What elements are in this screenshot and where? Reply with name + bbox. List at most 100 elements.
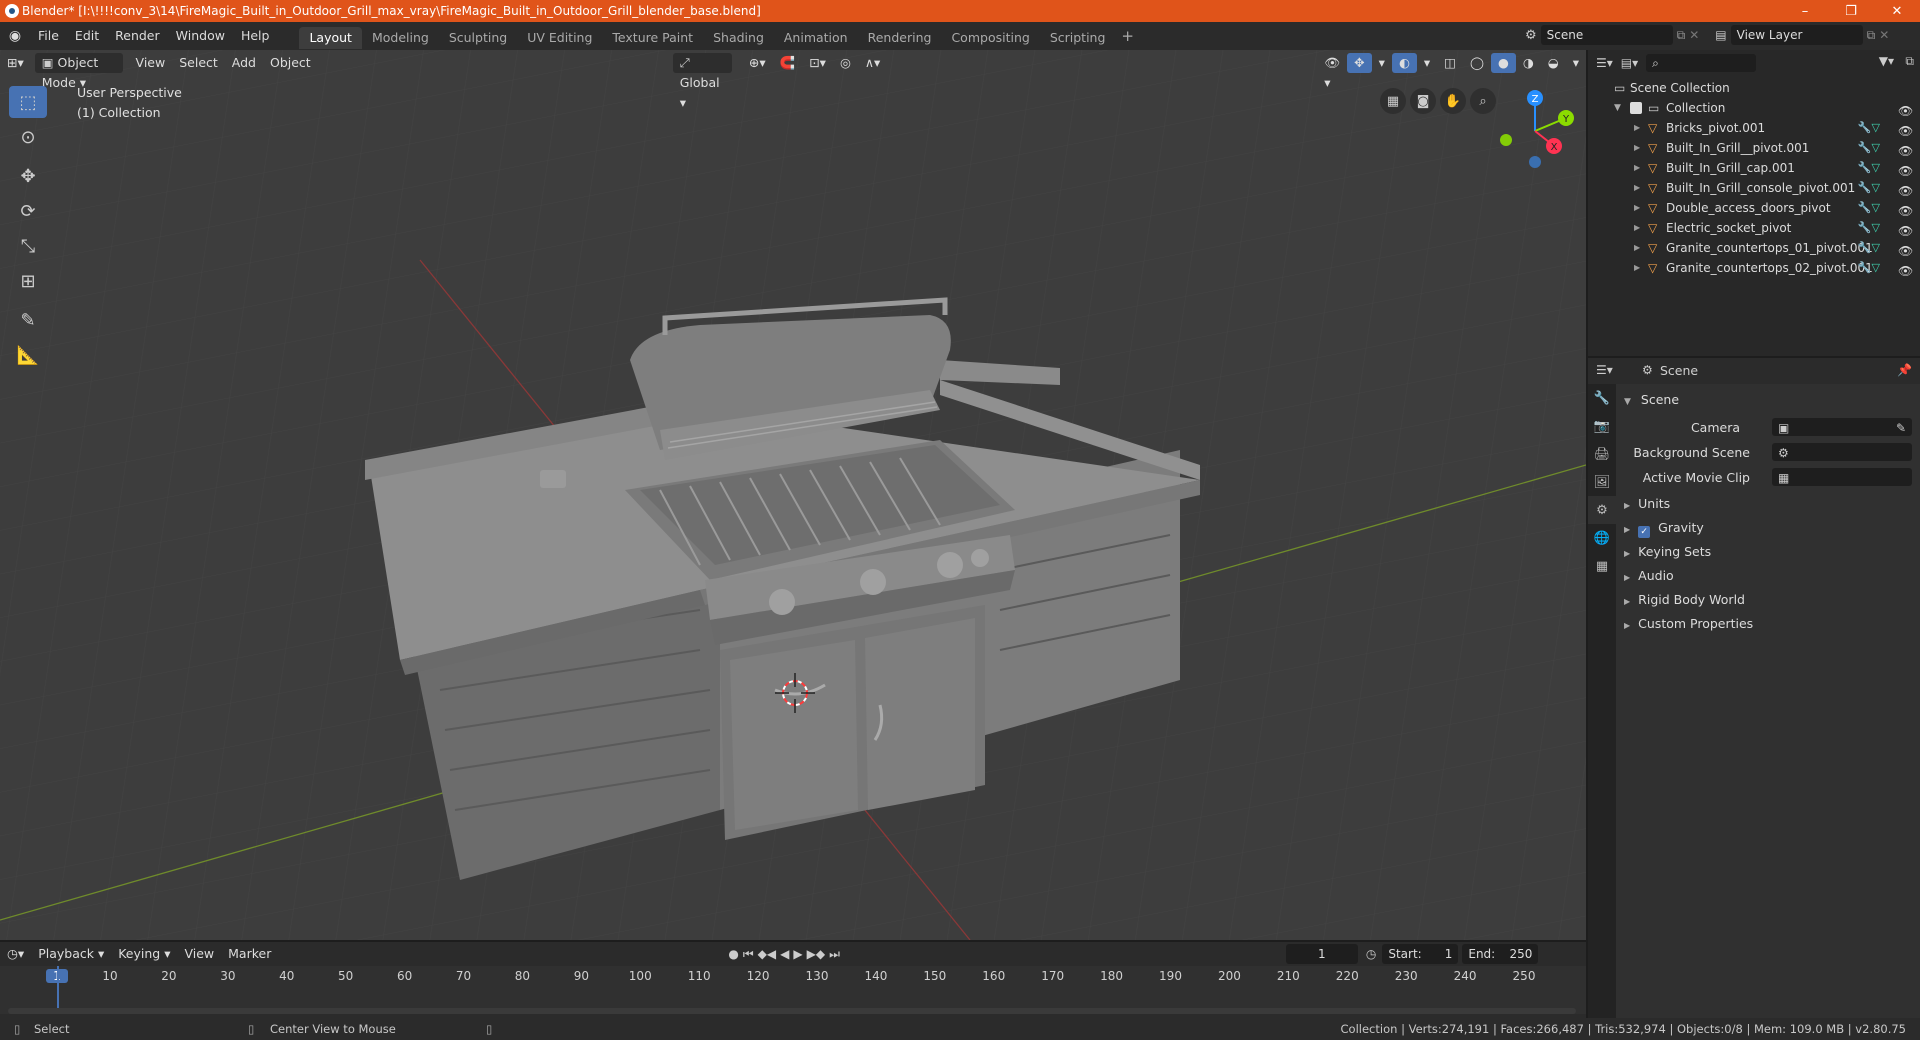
expand-arrow-icon[interactable]: ▶	[1634, 198, 1640, 218]
visibility-icon[interactable]: 👁▾	[1317, 53, 1347, 90]
modifier-wrench-icon[interactable]: 🔧▽	[1858, 178, 1880, 198]
view-layer-selector[interactable]: View Layer	[1730, 25, 1863, 45]
snap-target-icon[interactable]: ⊡▾	[802, 53, 833, 73]
current-frame-field[interactable]: 1	[1285, 944, 1358, 964]
timeline-editor-type-icon[interactable]: ◷▾	[0, 944, 31, 964]
start-frame-field[interactable]: Start: 1	[1382, 944, 1459, 964]
output-properties-tab-icon[interactable]: 🖨	[1588, 440, 1616, 468]
properties-panel-header[interactable]: ▶ Custom Properties	[1624, 616, 1753, 631]
outliner-editor-type-icon[interactable]: ☰▾	[1596, 56, 1613, 70]
menu-file[interactable]: File	[30, 22, 67, 50]
properties-editor-type-icon[interactable]: ☰▾	[1596, 363, 1613, 377]
snap-icon[interactable]: 🧲	[773, 53, 803, 73]
outliner-collection[interactable]: ▼ ▭ Collection 👁	[1588, 98, 1920, 118]
rotate-tool-icon[interactable]: ⟳	[9, 195, 47, 227]
visibility-eye-icon[interactable]: 👁	[1898, 241, 1913, 258]
outliner-scene-collection[interactable]: ▭ Scene Collection	[1588, 78, 1920, 98]
mesh-data-icon[interactable]: ▽	[1872, 161, 1880, 174]
transform-tool-icon[interactable]: ⊞	[9, 265, 47, 297]
pivot-point-icon[interactable]: ⊕▾	[742, 53, 773, 73]
expand-arrow-icon[interactable]: ▶	[1634, 118, 1640, 138]
outliner-item[interactable]: ▶ ▽ Bricks_pivot.001 🔧▽ 👁	[1588, 118, 1920, 138]
expand-arrow-icon[interactable]: ▶	[1634, 258, 1640, 278]
jump-end-icon[interactable]: ⏭	[829, 947, 840, 962]
modifier-wrench-icon[interactable]: 🔧▽	[1858, 198, 1880, 218]
modifier-wrench-icon[interactable]: 🔧▽	[1858, 218, 1880, 238]
tool-properties-tab-icon[interactable]: 🔧	[1588, 384, 1616, 412]
editor-type-icon[interactable]: ⊞▾	[0, 53, 31, 73]
expand-arrow-icon[interactable]: ▶	[1634, 138, 1640, 158]
outliner-item[interactable]: ▶ ▽ Electric_socket_pivot 🔧▽ 👁	[1588, 218, 1920, 238]
outliner-item[interactable]: ▶ ▽ Built_In_Grill__pivot.001 🔧▽ 👁	[1588, 138, 1920, 158]
maximize-button[interactable]: ❐	[1828, 0, 1874, 22]
render-properties-tab-icon[interactable]: 📷	[1588, 412, 1616, 440]
record-icon[interactable]: ●	[728, 947, 738, 962]
timeline-scrollbar[interactable]	[8, 1008, 1576, 1014]
tab-compositing[interactable]: Compositing	[941, 27, 1039, 49]
outliner-item[interactable]: ▶ ▽ Built_In_Grill_cap.001 🔧▽ 👁	[1588, 158, 1920, 178]
falloff-icon[interactable]: ∧▾	[858, 53, 887, 73]
properties-panel-header[interactable]: ▶ Audio	[1624, 568, 1674, 583]
shading-rendered-icon[interactable]: ◒	[1541, 53, 1566, 73]
navigation-gizmo[interactable]: Z Y X	[1490, 86, 1580, 176]
mesh-data-icon[interactable]: ▽	[1872, 141, 1880, 154]
playhead[interactable]	[57, 966, 59, 1014]
outliner-item[interactable]: ▶ ▽ Double_access_doors_pivot 🔧▽ 👁	[1588, 198, 1920, 218]
view-layer-properties-tab-icon[interactable]: 🖼	[1588, 468, 1616, 496]
modifier-wrench-icon[interactable]: 🔧▽	[1858, 138, 1880, 158]
collection-checkbox[interactable]	[1630, 102, 1642, 114]
new-scene-icon[interactable]: ⧉	[1677, 28, 1686, 43]
proportional-edit-icon[interactable]: ◎	[833, 53, 858, 73]
overlays-dropdown-icon[interactable]: ▾	[1417, 53, 1437, 73]
next-keyframe-icon[interactable]: ▶◆	[807, 947, 825, 962]
outliner-item[interactable]: ▶ ▽ Granite_countertops_02_pivot.001 🔧▽ 👁	[1588, 258, 1920, 278]
scene-selector[interactable]: Scene	[1540, 25, 1673, 45]
shading-solid-icon[interactable]: ●	[1490, 53, 1516, 73]
modifier-wrench-icon[interactable]: 🔧▽	[1858, 238, 1880, 258]
expand-arrow-icon[interactable]: ▶	[1634, 238, 1640, 258]
outliner-item[interactable]: ▶ ▽ Granite_countertops_01_pivot.001 🔧▽ 👁	[1588, 238, 1920, 258]
mesh-data-icon[interactable]: ▽	[1872, 181, 1880, 194]
prev-keyframe-icon[interactable]: ◆◀	[758, 947, 776, 962]
move-tool-icon[interactable]: ✥	[9, 160, 47, 192]
tab-uv-editing[interactable]: UV Editing	[517, 27, 602, 49]
camera-view-icon[interactable]: ◙	[1410, 88, 1436, 114]
remove-view-layer-icon[interactable]: ✕	[1879, 28, 1889, 42]
gizmo-toggle-icon[interactable]: ✥	[1347, 53, 1372, 73]
visibility-eye-icon[interactable]: 👁	[1898, 141, 1913, 158]
timeline-menu-view[interactable]: View	[177, 944, 221, 964]
modifier-wrench-icon[interactable]: 🔧▽	[1858, 158, 1880, 178]
visibility-eye-icon[interactable]: 👁	[1898, 101, 1913, 118]
tab-scripting[interactable]: Scripting	[1040, 27, 1116, 49]
visibility-eye-icon[interactable]: 👁	[1898, 121, 1913, 138]
cursor-tool-icon[interactable]: ⊙	[9, 121, 47, 153]
tab-rendering[interactable]: Rendering	[858, 27, 942, 49]
visibility-eye-icon[interactable]: 👁	[1898, 261, 1913, 278]
clock-icon[interactable]: ◷	[1366, 947, 1376, 961]
tab-texture-paint[interactable]: Texture Paint	[602, 27, 703, 49]
texture-properties-tab-icon[interactable]: ▦	[1588, 552, 1616, 580]
visibility-eye-icon[interactable]: 👁	[1898, 201, 1913, 218]
mesh-data-icon[interactable]: ▽	[1872, 201, 1880, 214]
overlays-toggle-icon[interactable]: ◐	[1391, 53, 1417, 73]
menu-help[interactable]: Help	[233, 22, 278, 50]
annotate-tool-icon[interactable]: ✎	[9, 304, 47, 336]
minimize-button[interactable]: –	[1782, 0, 1828, 22]
play-reverse-icon[interactable]: ◀	[780, 947, 789, 962]
properties-panel-header[interactable]: ▶ ✓ Gravity	[1624, 520, 1704, 538]
visibility-eye-icon[interactable]: 👁	[1898, 181, 1913, 198]
frame-ruler[interactable]: 1102030405060708090100110120130140150160…	[0, 966, 1586, 986]
play-icon[interactable]: ▶	[793, 947, 802, 962]
collapse-arrow-icon[interactable]: ▼	[1614, 98, 1621, 118]
mesh-data-icon[interactable]: ▽	[1872, 261, 1880, 274]
mesh-data-icon[interactable]: ▽	[1872, 221, 1880, 234]
tab-sculpting[interactable]: Sculpting	[439, 27, 517, 49]
viewport-menu-add[interactable]: Add	[225, 53, 263, 73]
active-movie-clip-field[interactable]: ▦	[1772, 468, 1912, 486]
viewport-menu-object[interactable]: Object	[263, 53, 318, 73]
pin-icon[interactable]: 📌	[1897, 363, 1912, 377]
tab-shading[interactable]: Shading	[703, 27, 774, 49]
timeline-menu-marker[interactable]: Marker	[221, 944, 278, 964]
remove-scene-icon[interactable]: ✕	[1689, 28, 1699, 42]
scene-section-header[interactable]: ▼ Scene	[1624, 392, 1679, 407]
